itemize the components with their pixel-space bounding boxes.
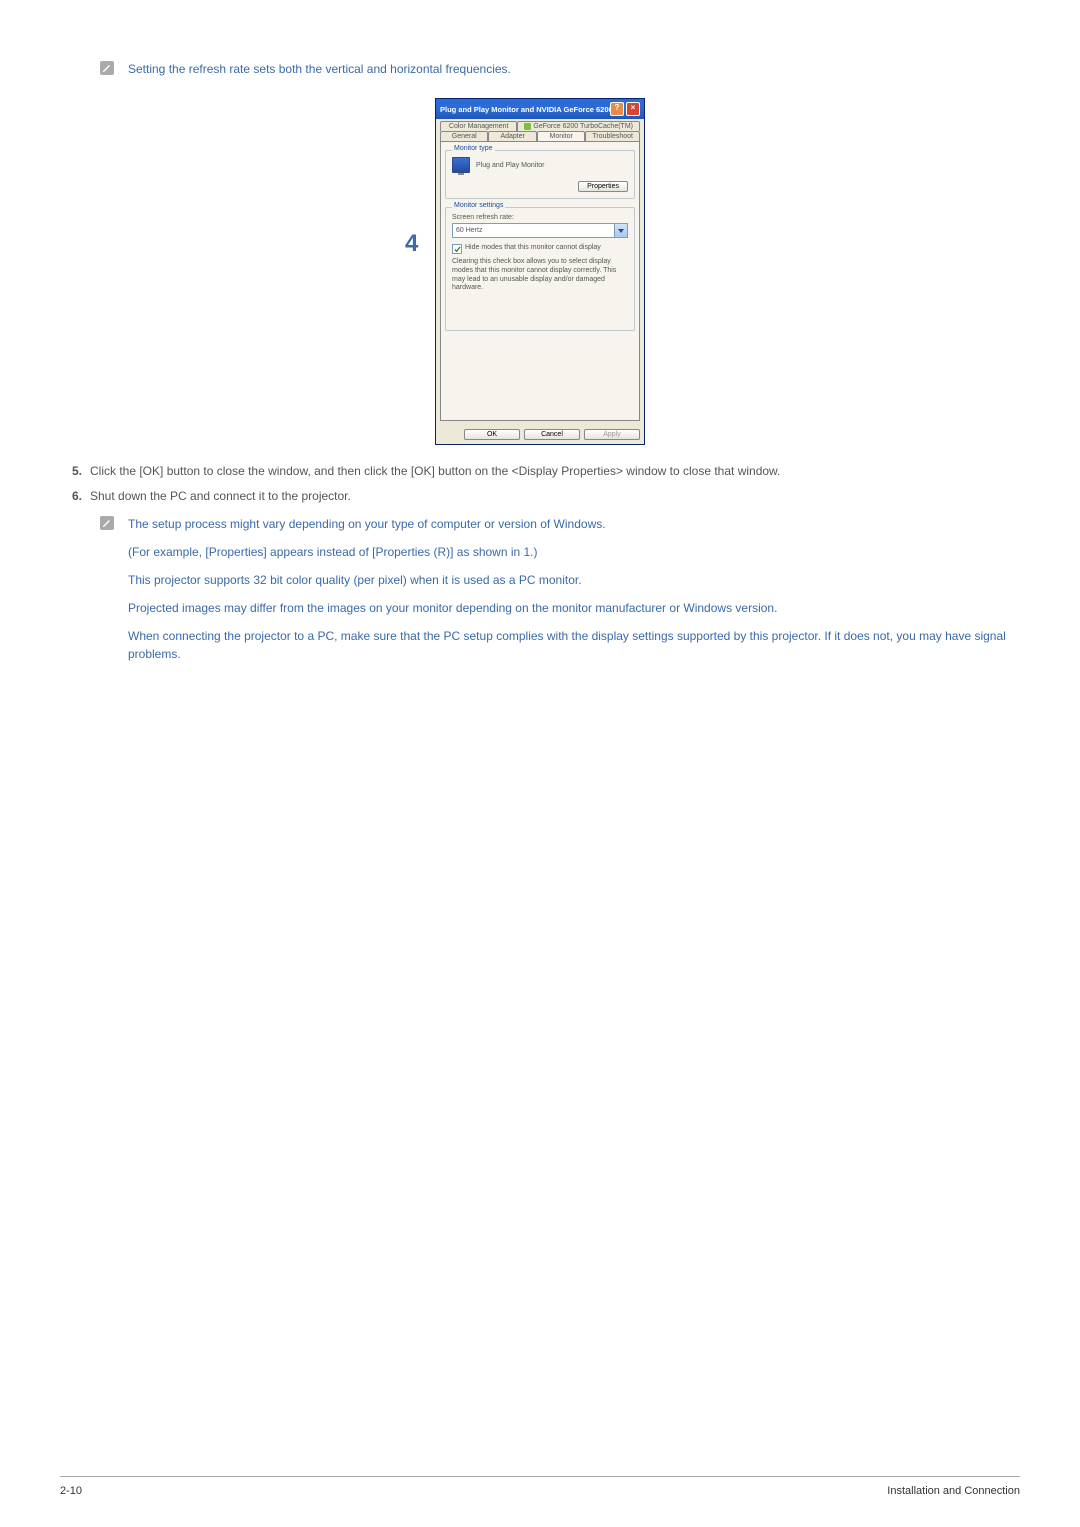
hide-modes-label: Hide modes that this monitor cannot disp… bbox=[465, 244, 601, 251]
hide-modes-checkbox[interactable] bbox=[452, 244, 462, 254]
info-note-1: Setting the refresh rate sets both the v… bbox=[100, 60, 1020, 88]
refresh-rate-value: 60 Hertz bbox=[453, 227, 614, 234]
dialog-title: Plug and Play Monitor and NVIDIA GeForce… bbox=[440, 105, 610, 114]
dialog-screenshot-container: 4 Plug and Play Monitor and NVIDIA GeFor… bbox=[60, 98, 1020, 445]
tab-geforce-label: GeForce 6200 TurboCache(TM) bbox=[533, 123, 633, 130]
monitor-name: Plug and Play Monitor bbox=[476, 162, 544, 169]
tab-adapter[interactable]: Adapter bbox=[488, 131, 536, 141]
note-2-p4: Projected images may differ from the ima… bbox=[128, 599, 1020, 617]
step-5-number: 5. bbox=[60, 463, 90, 480]
step-6: 6. Shut down the PC and connect it to th… bbox=[60, 488, 1020, 505]
tab-monitor[interactable]: Monitor bbox=[537, 131, 585, 141]
properties-button[interactable]: Properties bbox=[578, 181, 628, 192]
ok-button[interactable]: OK bbox=[464, 429, 520, 440]
callout-number-4: 4 bbox=[405, 230, 418, 258]
tab-color-management[interactable]: Color Management bbox=[440, 121, 517, 131]
tab-geforce[interactable]: GeForce 6200 TurboCache(TM) bbox=[517, 121, 640, 131]
groupbox-monitor-type: Monitor type Plug and Play Monitor Prope… bbox=[445, 150, 635, 199]
step-6-text: Shut down the PC and connect it to the p… bbox=[90, 488, 351, 505]
monitor-properties-dialog: Plug and Play Monitor and NVIDIA GeForce… bbox=[435, 98, 645, 445]
note-2-p2: (For example, [Properties] appears inste… bbox=[128, 543, 1020, 561]
step-5: 5. Click the [OK] button to close the wi… bbox=[60, 463, 1020, 480]
pencil-note-icon bbox=[100, 516, 114, 530]
groupbox-monitor-settings: Monitor settings Screen refresh rate: 60… bbox=[445, 207, 635, 331]
tab-general[interactable]: General bbox=[440, 131, 488, 141]
note-2-p1: The setup process might vary depending o… bbox=[128, 515, 1020, 533]
monitor-settings-legend: Monitor settings bbox=[452, 202, 505, 209]
apply-button[interactable]: Apply bbox=[584, 429, 640, 440]
cancel-button[interactable]: Cancel bbox=[524, 429, 580, 440]
note-2-p3: This projector supports 32 bit color qua… bbox=[128, 571, 1020, 589]
tab-troubleshoot[interactable]: Troubleshoot bbox=[585, 131, 640, 141]
page-footer: 2-10 Installation and Connection bbox=[60, 1476, 1020, 1497]
close-button[interactable]: × bbox=[626, 102, 640, 116]
note-2-p5: When connecting the projector to a PC, m… bbox=[128, 627, 1020, 663]
page-number: 2-10 bbox=[60, 1485, 82, 1497]
chevron-down-icon bbox=[614, 224, 627, 237]
refresh-rate-dropdown[interactable]: 60 Hertz bbox=[452, 223, 628, 238]
step-6-number: 6. bbox=[60, 488, 90, 505]
step-5-text: Click the [OK] button to close the windo… bbox=[90, 463, 780, 480]
dialog-titlebar: Plug and Play Monitor and NVIDIA GeForce… bbox=[436, 99, 644, 119]
help-button[interactable]: ? bbox=[610, 102, 624, 116]
monitor-icon bbox=[452, 157, 470, 173]
monitor-type-legend: Monitor type bbox=[452, 145, 495, 152]
note-1-text: Setting the refresh rate sets both the v… bbox=[128, 60, 511, 78]
refresh-rate-label: Screen refresh rate: bbox=[452, 214, 628, 221]
hide-modes-description: Clearing this check box allows you to se… bbox=[452, 258, 628, 293]
chapter-title: Installation and Connection bbox=[887, 1485, 1020, 1497]
nvidia-icon bbox=[524, 123, 531, 130]
pencil-note-icon bbox=[100, 61, 114, 75]
info-note-2: The setup process might vary depending o… bbox=[100, 515, 1020, 673]
